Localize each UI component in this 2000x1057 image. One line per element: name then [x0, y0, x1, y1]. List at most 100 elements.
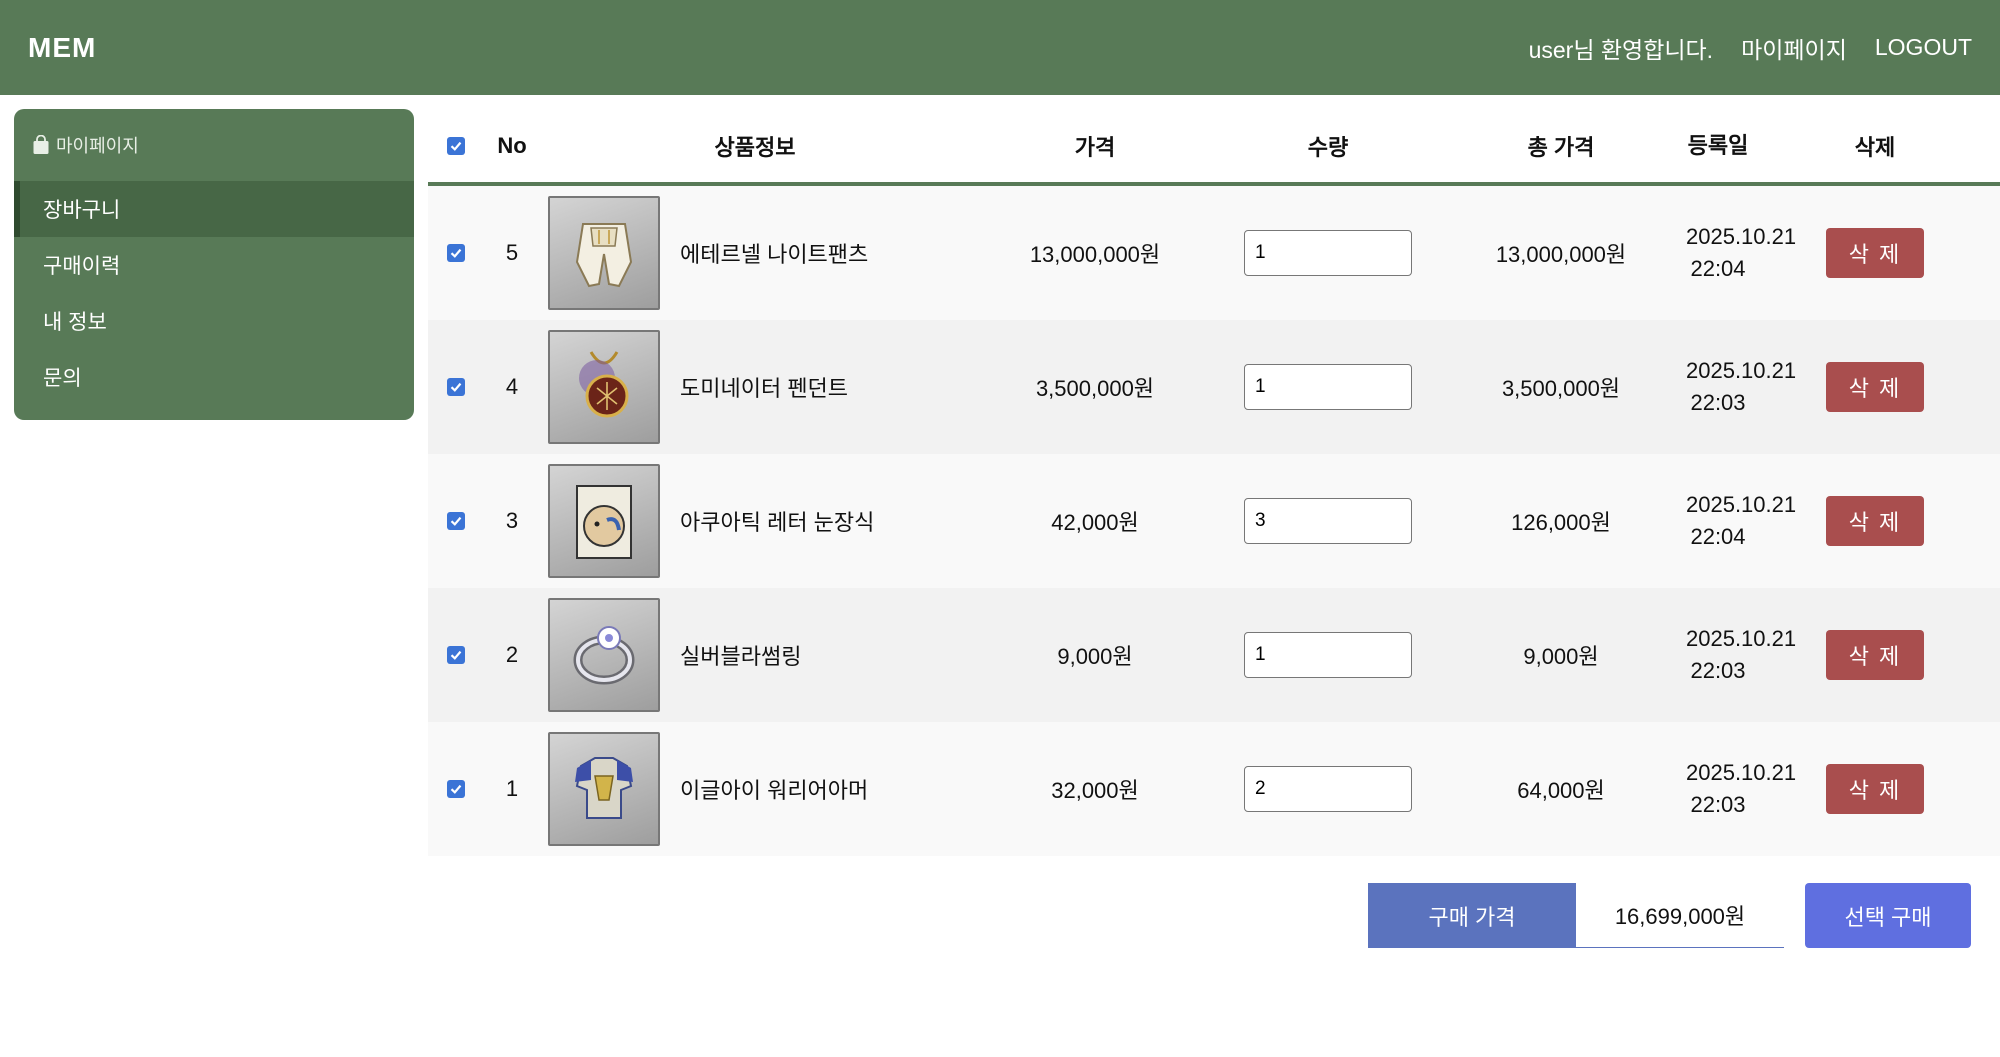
quantity-input[interactable]	[1244, 230, 1412, 276]
header-price: 가격	[1074, 135, 1116, 160]
delete-cell: 삭 제	[1750, 228, 2000, 278]
unit-price: 32,000원	[1051, 778, 1139, 803]
product-name: 아쿠아틱 레터 눈장식	[680, 510, 875, 535]
header-user-area: user님 환영합니다. 마이페이지 LOGOUT	[1529, 31, 1972, 65]
product-thumbnail[interactable]	[548, 464, 660, 578]
sidebar-item-my-info[interactable]: 내 정보	[14, 293, 414, 349]
select-all-checkbox[interactable]	[447, 137, 465, 155]
row-no: 3	[505, 508, 519, 533]
product-thumbnail[interactable]	[548, 196, 660, 310]
delete-button[interactable]: 삭 제	[1826, 496, 1924, 546]
product-thumbnail[interactable]	[548, 598, 660, 712]
row-checkbox[interactable]	[447, 646, 465, 664]
table-body: 5 에테르넬 나이트팬츠 13,000,000원 13,000,000원 202…	[428, 186, 2000, 856]
row-no: 4	[505, 374, 519, 399]
logo[interactable]: MEM	[28, 32, 96, 64]
row-total: 126,000원	[1511, 510, 1611, 535]
sidebar-item-inquiry[interactable]: 문의	[14, 349, 414, 405]
product-name: 실버블라썸링	[680, 644, 802, 669]
sidebar-item-cart[interactable]: 장바구니	[14, 181, 414, 237]
table-row: 1 이글아이 워리어아머 32,000원 64,000원 2025.10.21 …	[428, 722, 2000, 856]
product-name: 이글아이 워리어아머	[680, 778, 869, 803]
product-info: 도미네이터 펜던트	[540, 330, 970, 444]
top-header: MEM user님 환영합니다. 마이페이지 LOGOUT	[0, 0, 2000, 95]
registered-date: 2025.10.21 22:04	[1686, 489, 1797, 553]
cart-table: No 상품정보 가격 수량 총 가격 등록일 삭제 5 에테르넬 나이트팬츠 1…	[428, 110, 2000, 856]
delete-button[interactable]: 삭 제	[1826, 630, 1924, 680]
header-total-price: 총 가격	[1527, 135, 1595, 160]
product-thumbnail[interactable]	[548, 330, 660, 444]
unit-price: 42,000원	[1051, 510, 1139, 535]
logout-link[interactable]: LOGOUT	[1875, 34, 1972, 61]
sidebar: 마이페이지 장바구니 구매이력 내 정보 문의	[14, 109, 414, 420]
row-checkbox[interactable]	[447, 780, 465, 798]
time-line: 22:04	[1690, 256, 1746, 281]
date-line: 2025.10.21	[1686, 224, 1797, 249]
header-delete: 삭제	[1854, 135, 1896, 160]
row-checkbox-cell	[428, 512, 484, 530]
registered-date: 2025.10.21 22:03	[1686, 355, 1797, 419]
date-line: 2025.10.21	[1686, 760, 1797, 785]
eye-accessory-icon	[576, 485, 632, 559]
sidebar-title-label: 마이페이지	[56, 136, 139, 156]
mypage-link[interactable]: 마이페이지	[1741, 31, 1847, 65]
row-total: 9,000원	[1523, 644, 1599, 669]
header-date: 등록일	[1687, 133, 1749, 158]
unit-price: 9,000원	[1057, 644, 1133, 669]
row-checkbox-cell	[428, 378, 484, 396]
sidebar-item-label: 장바구니	[43, 199, 121, 222]
sidebar-item-label: 구매이력	[43, 255, 121, 278]
registered-date: 2025.10.21 22:03	[1686, 757, 1797, 821]
delete-button[interactable]: 삭 제	[1826, 228, 1924, 278]
product-name: 에테르넬 나이트팬츠	[680, 242, 869, 267]
row-total: 3,500,000원	[1501, 376, 1621, 401]
purchase-price-value: 16,699,000원	[1576, 883, 1784, 948]
sidebar-item-label: 문의	[43, 367, 82, 390]
table-header: No 상품정보 가격 수량 총 가격 등록일 삭제	[428, 110, 2000, 186]
checkmark-icon	[450, 516, 462, 526]
quantity-input[interactable]	[1244, 498, 1412, 544]
checkmark-icon	[450, 650, 462, 660]
sidebar-item-purchase-history[interactable]: 구매이력	[14, 237, 414, 293]
ring-icon	[573, 626, 635, 685]
delete-button[interactable]: 삭 제	[1826, 764, 1924, 814]
table-row: 3 아쿠아틱 레터 눈장식 42,000원 126,000원 2025.	[428, 454, 2000, 588]
date-line: 2025.10.21	[1686, 492, 1797, 517]
header-quantity: 수량	[1307, 135, 1349, 160]
sidebar-item-label: 내 정보	[43, 311, 107, 334]
row-total: 64,000원	[1517, 778, 1605, 803]
quantity-input[interactable]	[1244, 632, 1412, 678]
row-checkbox[interactable]	[447, 512, 465, 530]
checkmark-icon	[450, 248, 462, 258]
product-thumbnail[interactable]	[548, 732, 660, 846]
product-info: 에테르넬 나이트팬츠	[540, 196, 970, 310]
date-line: 2025.10.21	[1686, 358, 1797, 383]
row-no: 5	[505, 240, 519, 265]
row-checkbox[interactable]	[447, 244, 465, 262]
row-total: 13,000,000원	[1495, 242, 1627, 267]
quantity-cell	[1220, 766, 1436, 812]
delete-cell: 삭 제	[1750, 496, 2000, 546]
purchase-price-label: 구매 가격	[1368, 883, 1576, 948]
registered-date: 2025.10.21 22:04	[1686, 221, 1797, 285]
row-checkbox[interactable]	[447, 378, 465, 396]
table-row: 4 도미네이터 펜던트 3,500,000원 3,500,000원 20	[428, 320, 2000, 454]
delete-cell: 삭 제	[1750, 362, 2000, 412]
registered-date: 2025.10.21 22:03	[1686, 623, 1796, 687]
select-all-cell	[428, 137, 484, 155]
row-checkbox-cell	[428, 780, 484, 798]
quantity-cell	[1220, 632, 1436, 678]
header-no: No	[497, 133, 527, 158]
quantity-input[interactable]	[1244, 766, 1412, 812]
quantity-cell	[1220, 498, 1436, 544]
quantity-input[interactable]	[1244, 364, 1412, 410]
pendant-icon	[579, 351, 629, 418]
buy-selected-button[interactable]: 선택 구매	[1805, 883, 1971, 948]
row-checkbox-cell	[428, 646, 484, 664]
delete-button[interactable]: 삭 제	[1826, 362, 1924, 412]
unit-price: 13,000,000원	[1029, 242, 1161, 267]
quantity-cell	[1220, 230, 1436, 276]
checkmark-icon	[450, 382, 462, 392]
product-name: 도미네이터 펜던트	[680, 376, 849, 401]
time-line: 22:03	[1690, 390, 1746, 415]
